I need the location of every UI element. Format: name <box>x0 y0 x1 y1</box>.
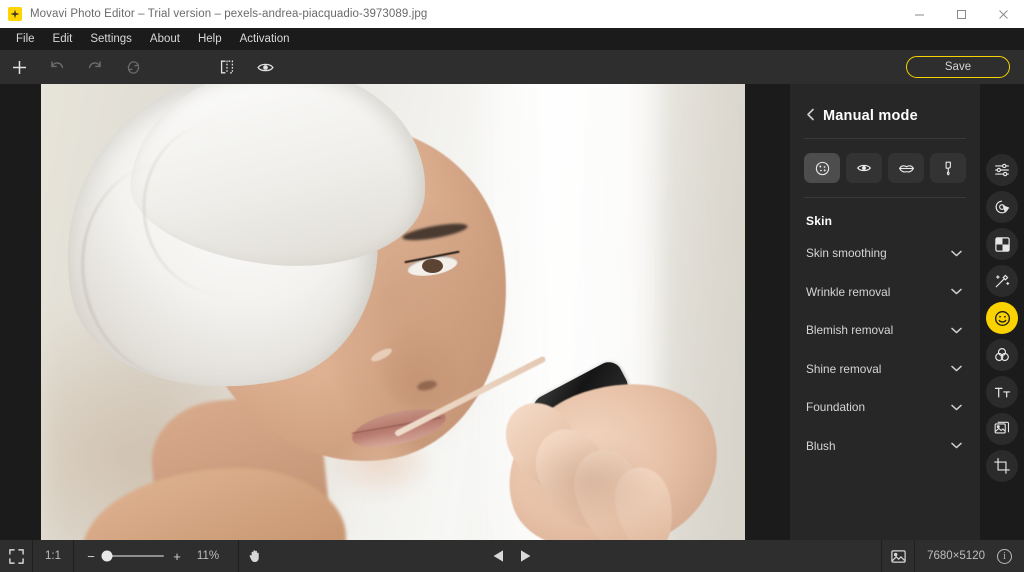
menu-help[interactable]: Help <box>190 31 230 47</box>
tab-lips[interactable] <box>888 153 924 183</box>
main-body: Manual mode Skin Skin smoothing Wrinkle … <box>0 84 1024 540</box>
chevron-down-icon[interactable] <box>951 327 962 334</box>
zoom-in-button[interactable]: + <box>172 549 182 564</box>
tools-rail <box>980 84 1024 540</box>
option-label: Foundation <box>806 400 866 415</box>
panel-header: Manual mode <box>790 84 980 130</box>
option-skin-smoothing[interactable]: Skin smoothing <box>790 234 980 273</box>
zoom-ratio-label[interactable]: 1:1 <box>33 550 73 562</box>
chevron-down-icon[interactable] <box>951 288 962 295</box>
image-canvas[interactable] <box>0 84 790 540</box>
toolbar: Save <box>0 50 1024 84</box>
rail-text-button[interactable] <box>986 376 1018 408</box>
undo-arrow-icon[interactable] <box>38 50 76 84</box>
menu-settings[interactable]: Settings <box>82 31 140 47</box>
panel-title: Manual mode <box>823 108 918 124</box>
menubar: File Edit Settings About Help Activation <box>0 28 1024 50</box>
titlebar: Movavi Photo Editor – Trial version – pe… <box>0 0 1024 28</box>
chevron-down-icon[interactable] <box>951 250 962 257</box>
movavi-star-icon <box>8 7 22 21</box>
image-icon[interactable] <box>882 540 914 572</box>
chevron-left-icon[interactable] <box>806 108 815 124</box>
option-blush[interactable]: Blush <box>790 427 980 466</box>
rail-color-button[interactable] <box>986 339 1018 371</box>
option-label: Blush <box>806 438 836 453</box>
section-title-skin: Skin <box>806 214 833 228</box>
chevron-down-icon[interactable] <box>951 442 962 449</box>
option-label: Shine removal <box>806 361 882 376</box>
option-blemish-removal[interactable]: Blemish removal <box>790 311 980 350</box>
zoom-slider-handle[interactable] <box>101 550 113 562</box>
rail-images-button[interactable] <box>986 413 1018 445</box>
info-icon[interactable]: i <box>997 548 1012 564</box>
rail-adjust-button[interactable] <box>986 154 1018 186</box>
maximize-icon[interactable] <box>940 0 982 28</box>
zoom-out-button[interactable]: − <box>86 549 96 564</box>
image-navigation <box>492 549 532 563</box>
statusbar-right: 7680×5120 i <box>881 540 1024 572</box>
previous-triangle-icon[interactable] <box>492 549 505 563</box>
statusbar: 1:1 − + 11% 7680×5120 i <box>0 540 1024 572</box>
fit-to-screen-icon[interactable] <box>0 540 32 572</box>
hand-pan-icon[interactable] <box>239 540 271 572</box>
tab-makeup-brush[interactable] <box>930 153 966 183</box>
zoom-slider[interactable] <box>101 550 164 562</box>
chevron-down-icon[interactable] <box>951 404 962 411</box>
option-wrinkle-removal[interactable]: Wrinkle removal <box>790 273 980 312</box>
option-shine-removal[interactable]: Shine removal <box>790 350 980 389</box>
menu-edit[interactable]: Edit <box>45 31 81 47</box>
chevron-down-icon[interactable] <box>951 365 962 372</box>
menu-activation[interactable]: Activation <box>232 31 298 47</box>
add-image-button[interactable] <box>0 50 38 84</box>
app-window: Movavi Photo Editor – Trial version – pe… <box>0 0 1024 572</box>
option-label: Blemish removal <box>806 323 894 338</box>
redo-arrow-icon[interactable] <box>76 50 114 84</box>
next-triangle-icon[interactable] <box>519 549 532 563</box>
tab-skin[interactable] <box>804 153 840 183</box>
rail-object-removal-button[interactable] <box>986 191 1018 223</box>
window-controls <box>898 0 1024 28</box>
before-after-split-icon[interactable] <box>208 50 246 84</box>
zoom-percent-label: 11% <box>196 550 220 562</box>
rail-ai-enhance-button[interactable] <box>986 265 1018 297</box>
image-dimensions-label: 7680×5120 <box>927 550 985 562</box>
skin-options-list: Skin smoothing Wrinkle removal Blemish r… <box>790 228 980 465</box>
option-label: Skin smoothing <box>806 246 887 261</box>
option-label: Wrinkle removal <box>806 284 891 299</box>
panel-tabs <box>790 139 980 183</box>
save-button[interactable]: Save <box>906 56 1010 78</box>
rail-background-removal-button[interactable] <box>986 228 1018 260</box>
window-title: Movavi Photo Editor – Trial version – pe… <box>30 8 428 20</box>
photo-portrait-woman-towel-lipgloss <box>41 84 745 540</box>
close-icon[interactable] <box>982 0 1024 28</box>
option-foundation[interactable]: Foundation <box>790 388 980 427</box>
zoom-slider-group: − + 11% <box>74 549 238 564</box>
refresh-icon[interactable] <box>114 50 152 84</box>
minimize-icon[interactable] <box>898 0 940 28</box>
tab-eyes[interactable] <box>846 153 882 183</box>
menu-about[interactable]: About <box>142 31 188 47</box>
menu-file[interactable]: File <box>8 31 43 47</box>
rail-beautify-button[interactable] <box>986 302 1018 334</box>
eye-icon[interactable] <box>246 50 284 84</box>
manual-mode-panel: Manual mode Skin Skin smoothing Wrinkle … <box>790 84 980 540</box>
rail-crop-button[interactable] <box>986 450 1018 482</box>
